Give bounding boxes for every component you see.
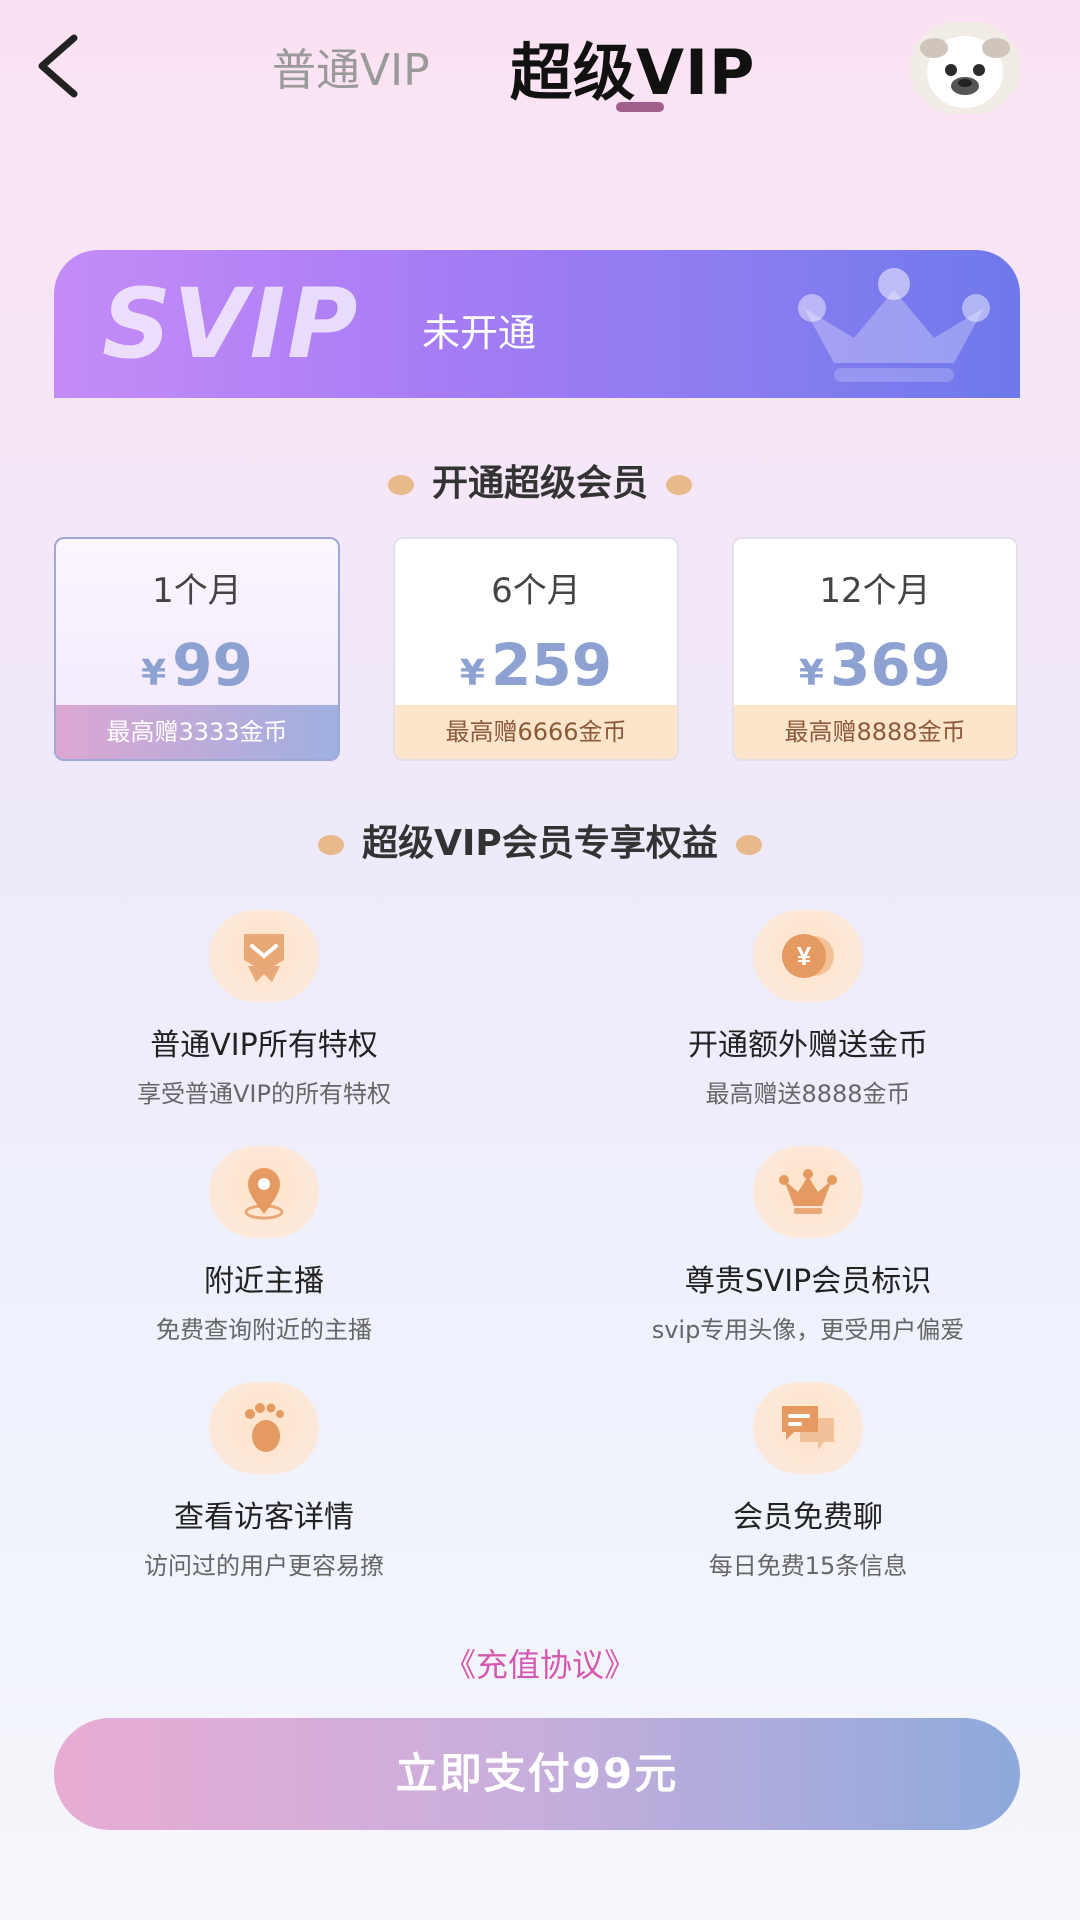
chat-bubbles-icon bbox=[753, 1382, 863, 1474]
currency-symbol: ¥ bbox=[798, 653, 824, 694]
location-pin-icon bbox=[209, 1146, 319, 1238]
price-value: 369 bbox=[829, 631, 952, 699]
benefit-title: 普通VIP所有特权 bbox=[150, 1028, 378, 1063]
benefit-title: 会员免费聊 bbox=[733, 1500, 883, 1535]
tab-super-vip[interactable]: 超级VIP bbox=[510, 22, 756, 112]
benefit-desc: 享受普通VIP的所有特权 bbox=[137, 1080, 391, 1108]
benefit-title: 附近主播 bbox=[204, 1264, 324, 1299]
active-tab-indicator bbox=[616, 102, 664, 112]
benefit-title: 尊贵SVIP会员标识 bbox=[684, 1264, 932, 1299]
benefit-desc: 访问过的用户更容易撩 bbox=[144, 1552, 384, 1580]
recharge-agreement-link[interactable]: 《充值协议》 bbox=[0, 1640, 1080, 1686]
benefit-visitor-details[interactable]: 查看访客详情 访问过的用户更容易撩 bbox=[44, 1382, 484, 1581]
user-avatar-image bbox=[910, 22, 1020, 114]
plans-section-title: 开通超级会员 bbox=[0, 454, 1080, 506]
plan-duration: 6个月 bbox=[491, 571, 581, 611]
decor-dot-left bbox=[387, 475, 414, 495]
benefit-desc: 免费查询附近的主播 bbox=[156, 1316, 372, 1344]
plan-price: ¥259 bbox=[395, 631, 677, 699]
benefit-desc: 最高赠送8888金币 bbox=[705, 1080, 911, 1108]
currency-symbol: ¥ bbox=[141, 653, 167, 694]
plans-title-text: 开通超级会员 bbox=[431, 463, 648, 504]
crown-icon bbox=[798, 268, 990, 382]
medal-icon bbox=[209, 910, 319, 1002]
price-value: 259 bbox=[490, 631, 613, 699]
pay-now-button[interactable]: 立即支付99元 bbox=[54, 1718, 1020, 1830]
benefit-desc: svip专用头像，更受用户偏爱 bbox=[651, 1316, 965, 1344]
benefit-nearby-hosts[interactable]: 附近主播 免费查询附近的主播 bbox=[44, 1146, 484, 1345]
benefit-desc: 每日免费15条信息 bbox=[708, 1552, 908, 1580]
svip-status-text: 未开通 bbox=[422, 311, 537, 355]
benefits-title-text: 超级VIP会员专享权益 bbox=[362, 823, 718, 864]
plan-card-1-month[interactable]: 1个月 ¥99 最高赠3333金币 bbox=[54, 537, 340, 761]
benefit-title: 查看访客详情 bbox=[174, 1500, 354, 1535]
decor-dot-left bbox=[318, 835, 345, 855]
currency-symbol: ¥ bbox=[459, 653, 485, 694]
plan-card-6-months[interactable]: 6个月 ¥259 最高赠6666金币 bbox=[393, 537, 679, 761]
benefit-svip-badge[interactable]: 尊贵SVIP会员标识 svip专用头像，更受用户偏爱 bbox=[588, 1146, 1028, 1345]
benefits-section-title: 超级VIP会员专享权益 bbox=[0, 814, 1080, 866]
benefit-all-vip-privileges[interactable]: 普通VIP所有特权 享受普通VIP的所有特权 bbox=[44, 910, 484, 1109]
plan-bonus: 最高赠3333金币 bbox=[56, 705, 338, 759]
decor-dot-right bbox=[666, 475, 692, 495]
plan-duration: 1个月 bbox=[152, 571, 242, 611]
plan-price: ¥369 bbox=[734, 631, 1016, 699]
decor-dot-right bbox=[735, 835, 762, 855]
plan-duration: 12个月 bbox=[819, 571, 931, 611]
coin-icon: ¥ bbox=[753, 910, 863, 1002]
svip-logo-text: SVIP bbox=[102, 268, 360, 380]
benefit-extra-coins[interactable]: ¥ 开通额外赠送金币 最高赠送8888金币 bbox=[588, 910, 1028, 1109]
price-value: 99 bbox=[172, 631, 253, 699]
crown-icon bbox=[753, 1146, 863, 1238]
plan-bonus: 最高赠8888金币 bbox=[734, 705, 1016, 759]
svg-text:¥: ¥ bbox=[797, 941, 812, 971]
avatar[interactable] bbox=[910, 22, 1020, 114]
footprint-icon bbox=[209, 1382, 319, 1474]
svip-status-banner: SVIP 未开通 bbox=[54, 250, 1020, 398]
plan-bonus: 最高赠6666金币 bbox=[395, 705, 677, 759]
plan-card-12-months[interactable]: 12个月 ¥369 最高赠8888金币 bbox=[732, 537, 1018, 761]
benefit-title: 开通额外赠送金币 bbox=[688, 1028, 928, 1063]
tab-normal-vip[interactable]: 普通VIP bbox=[272, 34, 430, 98]
benefit-free-chat[interactable]: 会员免费聊 每日免费15条信息 bbox=[588, 1382, 1028, 1581]
plan-price: ¥99 bbox=[56, 631, 338, 699]
